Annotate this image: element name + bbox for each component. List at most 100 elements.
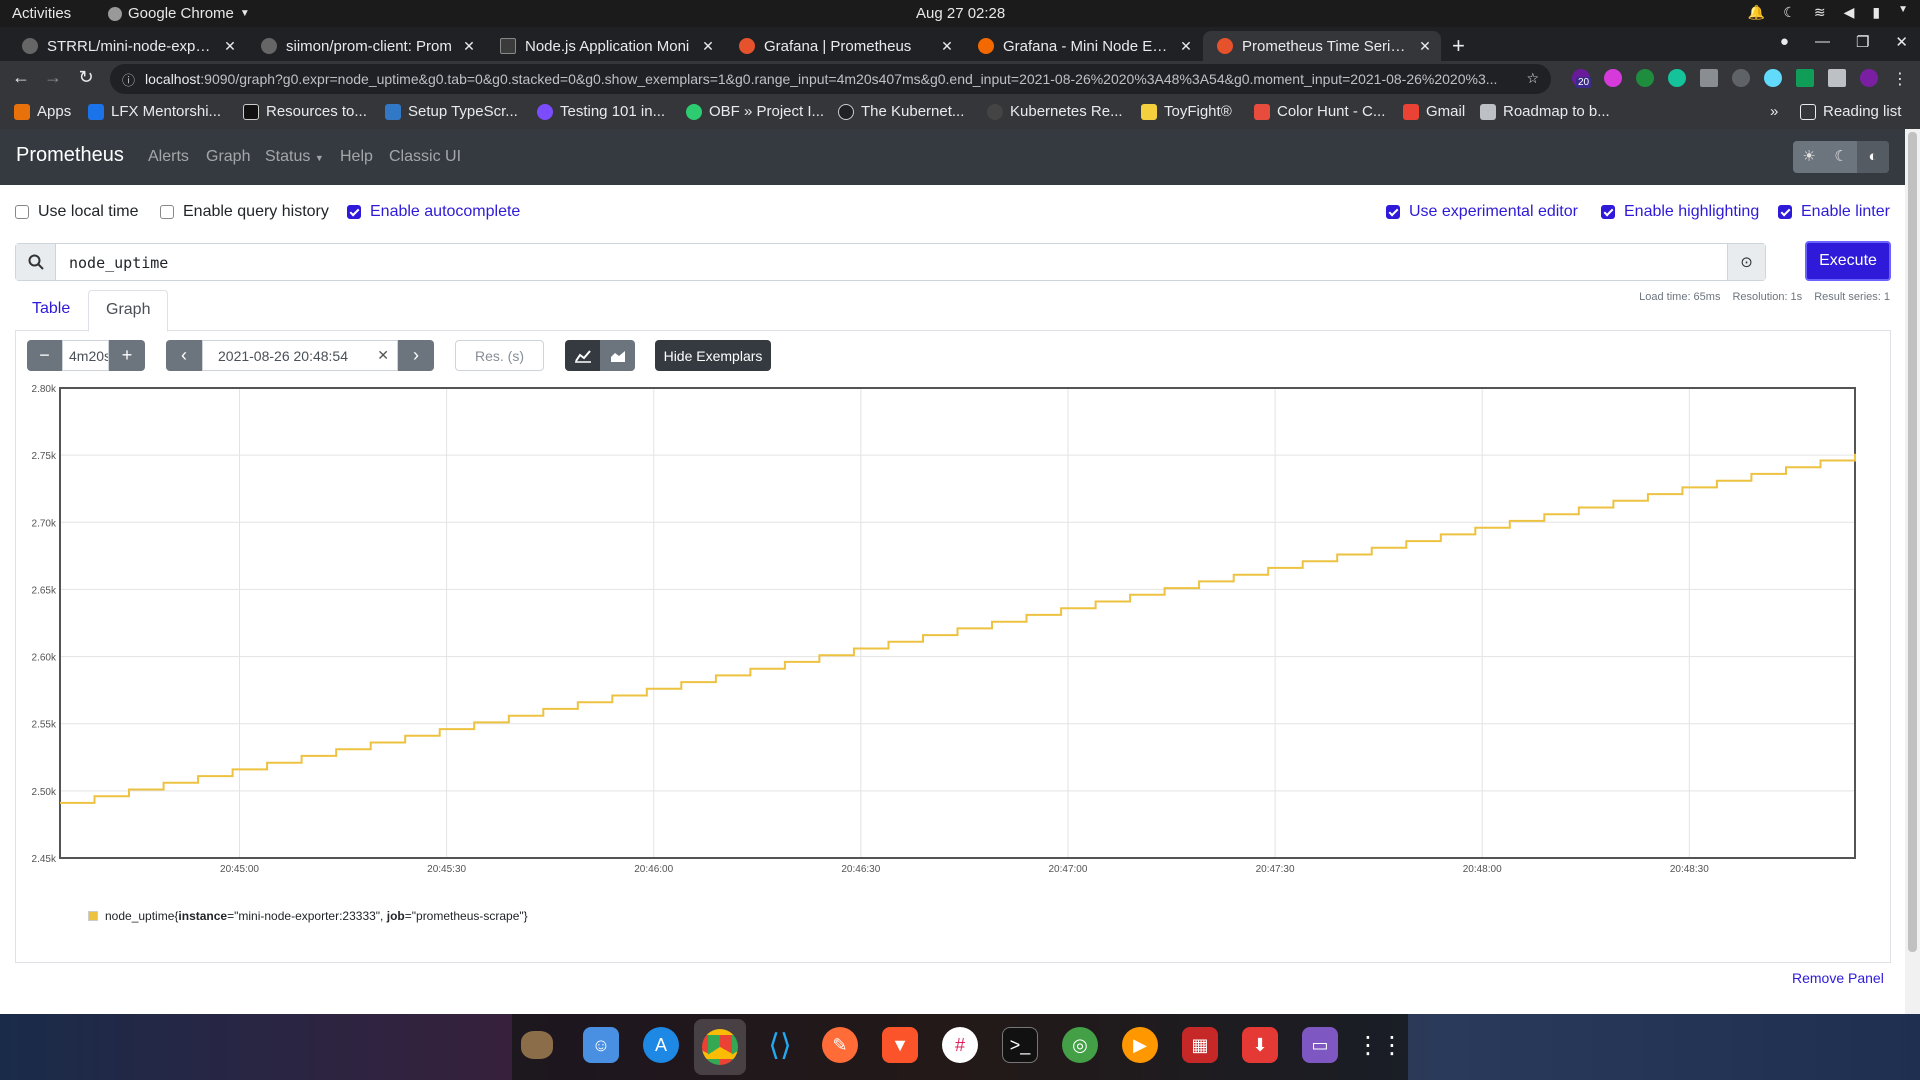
browser-tab[interactable]: Grafana | Prometheus ✕ (725, 31, 963, 61)
show-apps-icon[interactable]: ⋮⋮ (1356, 1027, 1404, 1063)
grammarly-icon[interactable] (1668, 69, 1686, 87)
tab-table[interactable]: Table (15, 290, 87, 331)
bookmark-item[interactable]: ToyFight® (1141, 103, 1232, 120)
minimize-icon[interactable]: — (1815, 33, 1830, 51)
pen-icon[interactable] (1700, 69, 1718, 87)
browser-tab[interactable]: Node.js Application Moni ✕ (486, 31, 724, 61)
system-tray[interactable]: 🔔 ☾ ≋ ◀ ▮ ▼ (1748, 4, 1908, 21)
checkbox[interactable] (160, 205, 174, 219)
tab-graph[interactable]: Graph (88, 290, 169, 332)
forward-icon[interactable]: → (40, 67, 66, 88)
resolution-input[interactable]: Res. (s) (455, 340, 544, 371)
option-enable-linter[interactable]: Enable linter (1778, 203, 1890, 221)
slack-icon[interactable]: # (942, 1027, 978, 1063)
browser-tab[interactable]: STRRL/mini-node-exporte ✕ (8, 31, 246, 61)
redis-icon[interactable]: ▦ (1182, 1027, 1218, 1063)
next-time-button[interactable]: › (398, 340, 434, 371)
menu-icon[interactable]: ⋮ (1892, 69, 1908, 89)
clock[interactable]: Aug 27 02:28 (916, 5, 1005, 22)
avatar[interactable] (1860, 69, 1878, 87)
bookmark-item[interactable]: OBF » Project I... (686, 103, 824, 120)
option-use-local-time[interactable]: Use local time (15, 203, 138, 221)
sun-icon[interactable]: ☀ (1793, 141, 1825, 173)
remove-panel-link[interactable]: Remove Panel (1792, 970, 1884, 986)
terminal-icon[interactable]: >_ (1002, 1027, 1038, 1063)
line-chart-button[interactable] (565, 340, 600, 371)
execute-button[interactable]: Execute (1805, 241, 1891, 281)
nav-status-dropdown[interactable]: Status ▼ (265, 148, 324, 166)
address-bar[interactable]: ⓘ localhost:9090/graph?g0.expr=node_upti… (110, 64, 1551, 94)
metrics-explorer-icon[interactable]: ⊙ (1727, 244, 1765, 280)
app-icon[interactable]: ◎ (1062, 1027, 1098, 1063)
bookmarks-overflow-button[interactable]: » (1770, 103, 1778, 120)
gimp-icon[interactable] (519, 1027, 555, 1063)
browser-tab[interactable]: Grafana - Mini Node Expo ✕ (964, 31, 1202, 61)
nav-help[interactable]: Help (340, 148, 373, 166)
bookmark-item[interactable]: The Kubernet... (838, 103, 964, 120)
bookmark-item[interactable]: Kubernetes Re... (987, 103, 1123, 120)
react-icon[interactable] (1764, 69, 1782, 87)
checkbox[interactable] (347, 205, 361, 219)
close-icon[interactable]: ✕ (1417, 38, 1433, 55)
option-enable-query-history[interactable]: Enable query history (160, 203, 329, 221)
extension-icon[interactable] (1636, 69, 1654, 87)
app-menu[interactable]: Google Chrome ▼ (108, 5, 250, 22)
bookmark-item[interactable]: Apps (14, 103, 71, 120)
extension-icon[interactable] (1796, 69, 1814, 87)
maximize-icon[interactable]: ❐ (1856, 33, 1869, 51)
profile-icon[interactable]: ● (1780, 33, 1789, 51)
contrast-icon[interactable]: ◐ (1857, 141, 1889, 173)
bookmark-item[interactable]: Setup TypeScr... (385, 103, 518, 120)
clear-icon[interactable]: ✕ (377, 347, 389, 364)
moon-icon[interactable]: ☾ (1825, 141, 1857, 173)
checkbox[interactable] (15, 205, 29, 219)
extension-icon[interactable] (1604, 69, 1622, 87)
checkbox[interactable] (1601, 205, 1615, 219)
bookmark-item[interactable]: Gmail (1403, 103, 1465, 120)
range-input[interactable]: 4m20s (62, 340, 109, 371)
nav-alerts[interactable]: Alerts (148, 148, 189, 166)
end-time-input[interactable]: 2021-08-26 20:48:54 ✕ (202, 340, 398, 371)
decrease-range-button[interactable]: − (27, 340, 62, 371)
page-scrollbar[interactable] (1905, 129, 1920, 1014)
close-icon[interactable]: ✕ (1178, 38, 1194, 55)
nav-graph[interactable]: Graph (206, 148, 250, 166)
checkbox[interactable] (1386, 205, 1400, 219)
extension-icon[interactable]: 20 (1572, 69, 1592, 88)
media-player-icon[interactable]: ▶ (1122, 1027, 1158, 1063)
close-window-icon[interactable]: ✕ (1895, 33, 1908, 51)
nav-classic-ui[interactable]: Classic UI (389, 148, 461, 166)
previous-time-button[interactable]: ‹ (166, 340, 202, 371)
graph-chart[interactable]: 2.45k 2.50k 2.55k 2.60k 2.65k 2.70k 2.75k 2.80k… (15, 380, 1885, 900)
screenshot-icon[interactable]: ▭ (1302, 1027, 1338, 1063)
legend-item[interactable]: node_uptime{instance="mini-node-exporter… (88, 909, 528, 923)
bookmark-star-icon[interactable]: ☆ (1526, 70, 1539, 87)
option-enable-highlighting[interactable]: Enable highlighting (1601, 203, 1759, 221)
back-icon[interactable]: ← (8, 67, 34, 88)
activities-button[interactable]: Activities (12, 5, 71, 22)
site-info-icon[interactable]: ⓘ (122, 70, 135, 89)
vscode-icon[interactable]: ⟨⟩ (762, 1027, 798, 1063)
option-enable-autocomplete[interactable]: Enable autocomplete (347, 203, 520, 221)
wappalyzer-icon[interactable] (1732, 69, 1750, 87)
download-icon[interactable]: ⬇ (1242, 1027, 1278, 1063)
app-store-icon[interactable]: A (643, 1027, 679, 1063)
postman-icon[interactable]: ✎ (822, 1027, 858, 1063)
new-tab-button[interactable]: + (1452, 33, 1465, 59)
increase-range-button[interactable]: + (109, 340, 145, 371)
stacked-chart-button[interactable] (600, 340, 635, 371)
option-use-experimental-editor[interactable]: Use experimental editor (1386, 203, 1578, 221)
browser-tab[interactable]: siimon/prom-client: Prom ✕ (247, 31, 485, 61)
puzzle-icon[interactable] (1828, 69, 1846, 87)
close-icon[interactable]: ✕ (461, 38, 477, 55)
close-icon[interactable]: ✕ (700, 38, 716, 55)
bookmark-item[interactable]: Testing 101 in... (537, 103, 665, 120)
finder-icon[interactable]: ☺ (583, 1027, 619, 1063)
reading-list-button[interactable]: Reading list (1800, 103, 1901, 120)
brave-icon[interactable]: ▼ (882, 1027, 918, 1063)
browser-tab-active[interactable]: Prometheus Time Series C ✕ (1203, 31, 1441, 61)
close-icon[interactable]: ✕ (939, 38, 955, 55)
hide-exemplars-button[interactable]: Hide Exemplars (655, 340, 771, 371)
query-input[interactable]: node_uptime (69, 254, 168, 272)
bookmark-item[interactable]: Resources to... (243, 103, 367, 120)
